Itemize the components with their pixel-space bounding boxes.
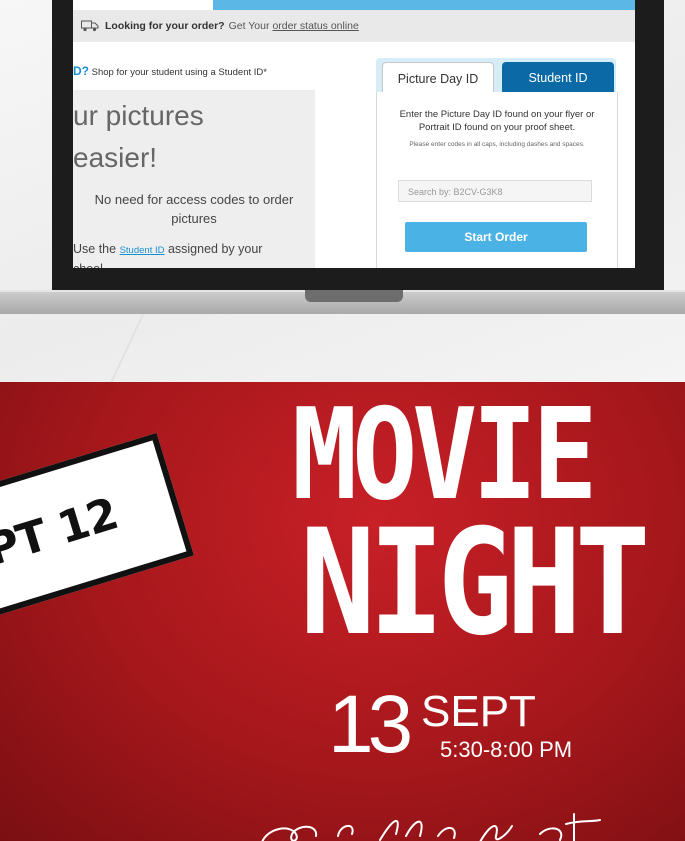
order-status-link[interactable]: order status online — [272, 20, 358, 32]
id-tabs: Picture Day ID Student ID — [376, 58, 616, 93]
student-id-link[interactable]: Student ID — [120, 245, 165, 256]
title-movie: MOVIE — [292, 382, 598, 528]
movie-night-poster: PT 12 MOVIE NIGHT 13 SEPT 5:30-8:00 PM — [0, 382, 685, 841]
sign-text: PT 12 — [0, 487, 124, 576]
picture-day-id-input[interactable]: Search by: B2CV-G3K8 — [398, 180, 592, 202]
use-suffix: assigned by your — [167, 242, 263, 256]
laptop-section: Looking for your order? Get Your order s… — [0, 0, 685, 382]
no-codes-text: No need for access codes to order pictur… — [94, 192, 294, 226]
form-instructions: Enter the Picture Day ID found on your f… — [399, 109, 595, 133]
tab-student-id[interactable]: Student ID — [502, 62, 614, 92]
laptop-screen: Looking for your order? Get Your order s… — [73, 0, 635, 268]
start-order-button[interactable]: Start Order — [405, 222, 587, 252]
date-sign: PT 12 — [0, 432, 194, 620]
event-month: SEPT — [421, 687, 536, 736]
shop-text: Shop for your student using a Student ID… — [91, 67, 267, 78]
order-notice-bar: Looking for your order? Get Your order s… — [73, 10, 635, 42]
truck-icon — [81, 20, 99, 32]
promo-headline-2: easier! — [73, 142, 158, 173]
order-notice-text: Get Your — [228, 20, 270, 32]
title-night: NIGHT — [300, 498, 650, 668]
use-prefix: Use the — [73, 242, 117, 256]
promo-card: ur pictures easier! No need for access c… — [73, 90, 315, 268]
shop-prefix: D? — [73, 64, 89, 78]
shop-line: D? Shop for your student using a Student… — [73, 64, 267, 78]
form-note: Please enter codes in all caps, includin… — [409, 141, 585, 148]
order-notice-bold: Looking for your order? — [105, 20, 225, 32]
order-form: Enter the Picture Day ID found on your f… — [376, 92, 618, 268]
laptop-notch — [305, 290, 403, 302]
tab-picture-day-id[interactable]: Picture Day ID — [382, 62, 494, 93]
use-student-id-text: Use the Student ID assigned by your choo… — [73, 240, 315, 268]
event-day: 13 — [328, 679, 413, 770]
handwritten-script-decoration — [261, 813, 601, 841]
event-time: 5:30-8:00 PM — [440, 737, 573, 762]
header-strip — [213, 0, 635, 10]
promo-headline-1: ur pictures — [73, 100, 204, 131]
student-id-promo: D? Shop for your student using a Student… — [73, 42, 373, 268]
use-line2: chool — [73, 262, 103, 268]
